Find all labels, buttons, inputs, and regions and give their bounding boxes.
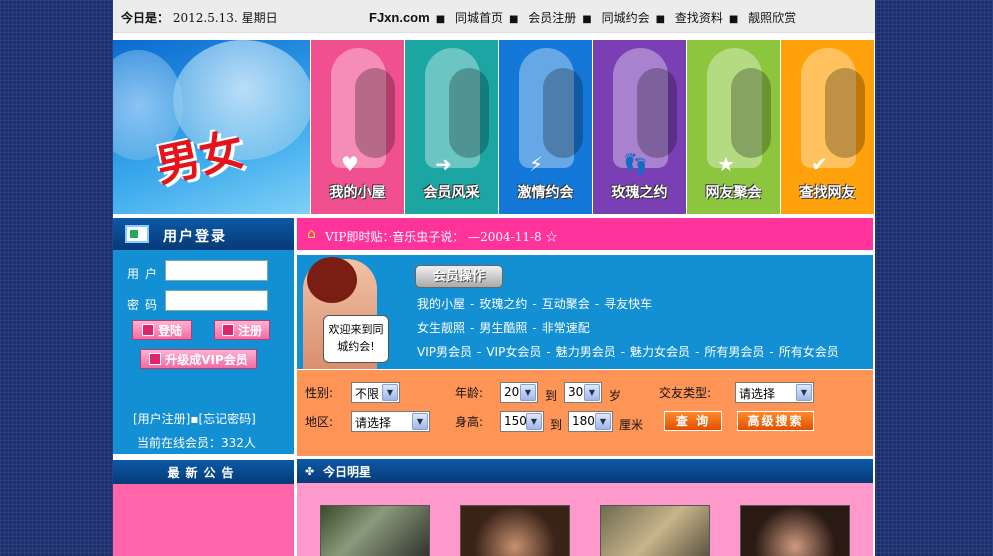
key-icon [141, 324, 154, 336]
chevron-down-icon: ▼ [526, 413, 542, 430]
type-select[interactable]: 请选择 ▼ [735, 382, 814, 403]
height-from-select[interactable]: 150 ▼ [500, 411, 544, 432]
gender-label: 性别: [305, 386, 334, 400]
username-label: 用户 [127, 267, 164, 281]
link-friend-express[interactable]: 寻友快车 [604, 297, 652, 311]
link-all-male[interactable]: 所有男会员 [704, 345, 764, 359]
flower-icon: ✤ [305, 465, 315, 478]
upgrade-vip-button[interactable]: 升级成VIP会员 [140, 349, 257, 369]
register-forgot-links[interactable]: [用户注册]▪[忘记密码] [133, 410, 256, 427]
link-vip-female[interactable]: VIP女会员 [486, 345, 541, 359]
home-icon: ⌂ [307, 226, 316, 242]
member-panel: 欢迎来到同城约会! 会员操作 我的小屋 - 玫瑰之约 - 互动聚会 - 寻友快车 女生靓照 -… [297, 255, 873, 369]
height-to-select[interactable]: 180 ▼ [568, 411, 613, 432]
banner-my-house[interactable]: ♥ 我的小屋 [310, 40, 404, 214]
arrow-icon: ➜ [435, 152, 452, 176]
stars-body [297, 483, 873, 556]
page: 今日是： 2012.5.13. 星期日 FJxn.com ■ 同城首页 ■ 会员注册… [113, 0, 875, 556]
banner-passion-date[interactable]: ⚡ 激情约会 [498, 40, 592, 214]
star-photo[interactable] [460, 505, 570, 556]
chevron-down-icon: ▼ [520, 384, 536, 401]
area-label: 地区: [305, 415, 334, 429]
vip-ticker[interactable]: ⌂ VIP即时贴：·音乐虫子说： —2004-11-8 ☆ [297, 218, 873, 250]
age-label: 年龄: [455, 386, 484, 400]
stars-header: ✤ 今日明星 [297, 459, 873, 483]
advanced-search-button[interactable]: 高级搜索 [737, 411, 814, 431]
gender-select[interactable]: 不限 ▼ [351, 382, 400, 403]
check-icon: ✔ [811, 152, 828, 176]
nav-home[interactable]: 同城首页 [455, 11, 503, 25]
nav-dating[interactable]: 同城约会 [602, 11, 650, 25]
type-label: 交友类型: [659, 386, 712, 400]
password-input[interactable] [165, 290, 268, 311]
nav-register[interactable]: 会员注册 [528, 11, 576, 25]
link-charm-male[interactable]: 魅力男会员 [556, 345, 616, 359]
lightning-icon: ⚡ [529, 152, 544, 176]
link-vip-male[interactable]: VIP男会员 [417, 345, 472, 359]
member-links-row2: 女生靓照 - 男生酷照 - 非常速配 [417, 321, 590, 335]
star-photo[interactable] [740, 505, 850, 556]
link-charm-female[interactable]: 魅力女会员 [630, 345, 690, 359]
age-to-select[interactable]: 30 ▼ [564, 382, 602, 403]
chevron-down-icon: ▼ [595, 413, 611, 430]
online-count: 当前在线会员：332人 [137, 436, 256, 450]
banner-rose-date[interactable]: 👣 玫瑰之约 [592, 40, 686, 214]
site-link[interactable]: FJxn.com [369, 10, 430, 25]
link-male-photos[interactable]: 男生酷照 [479, 321, 527, 335]
top-bar: 今日是： 2012.5.13. 星期日 FJxn.com ■ 同城首页 ■ 会员注册… [113, 0, 875, 33]
link-my-house[interactable]: 我的小屋 [417, 297, 465, 311]
query-button[interactable]: 查 询 [664, 411, 722, 431]
right-column: ⌂ VIP即时贴：·音乐虫子说： —2004-11-8 ☆ 欢迎来到同城约会! … [297, 218, 873, 556]
search-panel: 性别: 不限 ▼ 年龄: 20 ▼ 到 30 ▼ 岁 交友类型: 请选择 ▼ 地区: 请… [297, 370, 873, 456]
nav-photos[interactable]: 靓照欣赏 [748, 11, 796, 25]
date-display: 今日是： 2012.5.13. 星期日 [121, 11, 278, 25]
chevron-down-icon: ▼ [382, 384, 398, 401]
user-icon [221, 324, 234, 336]
notice-header: 最新公告 [113, 460, 294, 484]
link-rose-date[interactable]: 玫瑰之约 [479, 297, 527, 311]
heart-icon: ♥ [341, 152, 359, 176]
logo[interactable]: 男女 [113, 40, 310, 214]
footprint-icon: 👣 [623, 152, 648, 176]
left-column: 用户登录 用户 密码 登陆 注册 升级成VIP会员 [用户注册]▪[忘记密码] … [113, 218, 294, 454]
username-input[interactable] [165, 260, 268, 281]
height-label: 身高: [455, 415, 484, 429]
login-header: 用户登录 [113, 218, 294, 250]
login-button[interactable]: 登陆 [132, 320, 192, 340]
password-label: 密码 [127, 298, 164, 312]
register-button[interactable]: 注册 [214, 320, 270, 340]
welcome-bubble: 欢迎来到同城约会! [323, 315, 389, 363]
member-ops-title: 会员操作 [415, 265, 503, 288]
nav-search[interactable]: 查找资料 [675, 11, 723, 25]
chevron-down-icon: ▼ [584, 384, 600, 401]
login-box: 用户 密码 登陆 注册 升级成VIP会员 [用户注册]▪[忘记密码] 当前在线会… [113, 250, 294, 454]
member-links-row1: 我的小屋 - 玫瑰之约 - 互动聚会 - 寻友快车 [417, 297, 653, 311]
link-party[interactable]: 互动聚会 [542, 297, 590, 311]
banner-member-show[interactable]: ➜ 会员风采 [404, 40, 498, 214]
chevron-down-icon: ▼ [412, 413, 428, 430]
link-female-photos[interactable]: 女生靓照 [417, 321, 465, 335]
top-nav: FJxn.com ■ 同城首页 ■ 会员注册 ■ 同城约会 ■ 查找资料 ■ 靓照欣赏 [369, 10, 797, 25]
link-all-female[interactable]: 所有女会员 [779, 345, 839, 359]
banner-meetup[interactable]: ★ 网友聚会 [686, 40, 780, 214]
member-links-row3: VIP男会员 - VIP女会员 - 魅力男会员 - 魅力女会员 - 所有男会员 - 所有女会员 [417, 345, 839, 359]
star-icon: ★ [717, 152, 735, 176]
user-icon [149, 353, 162, 365]
banner: 男女 ♥ 我的小屋 ➜ 会员风采 ⚡ 激情约会 👣 玫瑰之约 ★ 网友聚会 ✔ 查找网友 [113, 40, 875, 214]
link-speed-match[interactable]: 非常速配 [542, 321, 590, 335]
star-photo[interactable] [600, 505, 710, 556]
login-icon [125, 225, 149, 243]
chevron-down-icon: ▼ [796, 384, 812, 401]
notice-body [113, 484, 294, 556]
banner-find-friend[interactable]: ✔ 查找网友 [780, 40, 874, 214]
age-from-select[interactable]: 20 ▼ [500, 382, 538, 403]
area-select[interactable]: 请选择 ▼ [351, 411, 430, 432]
star-photo[interactable] [320, 505, 430, 556]
